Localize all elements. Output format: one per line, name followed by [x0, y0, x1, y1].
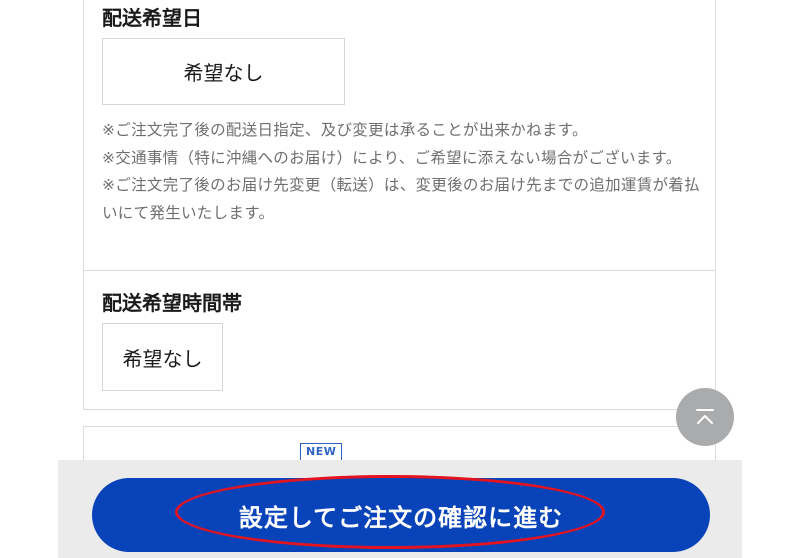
delivery-date-select-value: 希望なし [183, 61, 264, 85]
confirm-order-button[interactable]: 設定してご注文の確認に進む [92, 478, 710, 552]
scroll-to-top-button[interactable] [676, 388, 734, 446]
confirm-order-label: 設定してご注文の確認に進む [238, 503, 564, 532]
delivery-date-select[interactable]: 希望なし [102, 38, 345, 105]
delivery-time-select[interactable]: 希望なし [102, 323, 223, 391]
new-badge: NEW [300, 443, 343, 461]
delivery-date-title: 配送希望日 [102, 6, 202, 30]
delivery-notes: ※ご注文完了後の配送日指定、及び変更は承ることが出来かねます。 ※交通事情（特に… [102, 121, 700, 222]
delivery-date-section: 配送希望日 希望なし ※ご注文完了後の配送日指定、及び変更は承ることが出来かねま… [83, 0, 716, 271]
delivery-time-section: 配送希望時間帯 希望なし [83, 270, 716, 410]
arrow-up-to-top-icon [696, 409, 714, 424]
delivery-time-select-value: 希望なし [122, 346, 203, 371]
delivery-time-title: 配送希望時間帯 [102, 291, 242, 315]
